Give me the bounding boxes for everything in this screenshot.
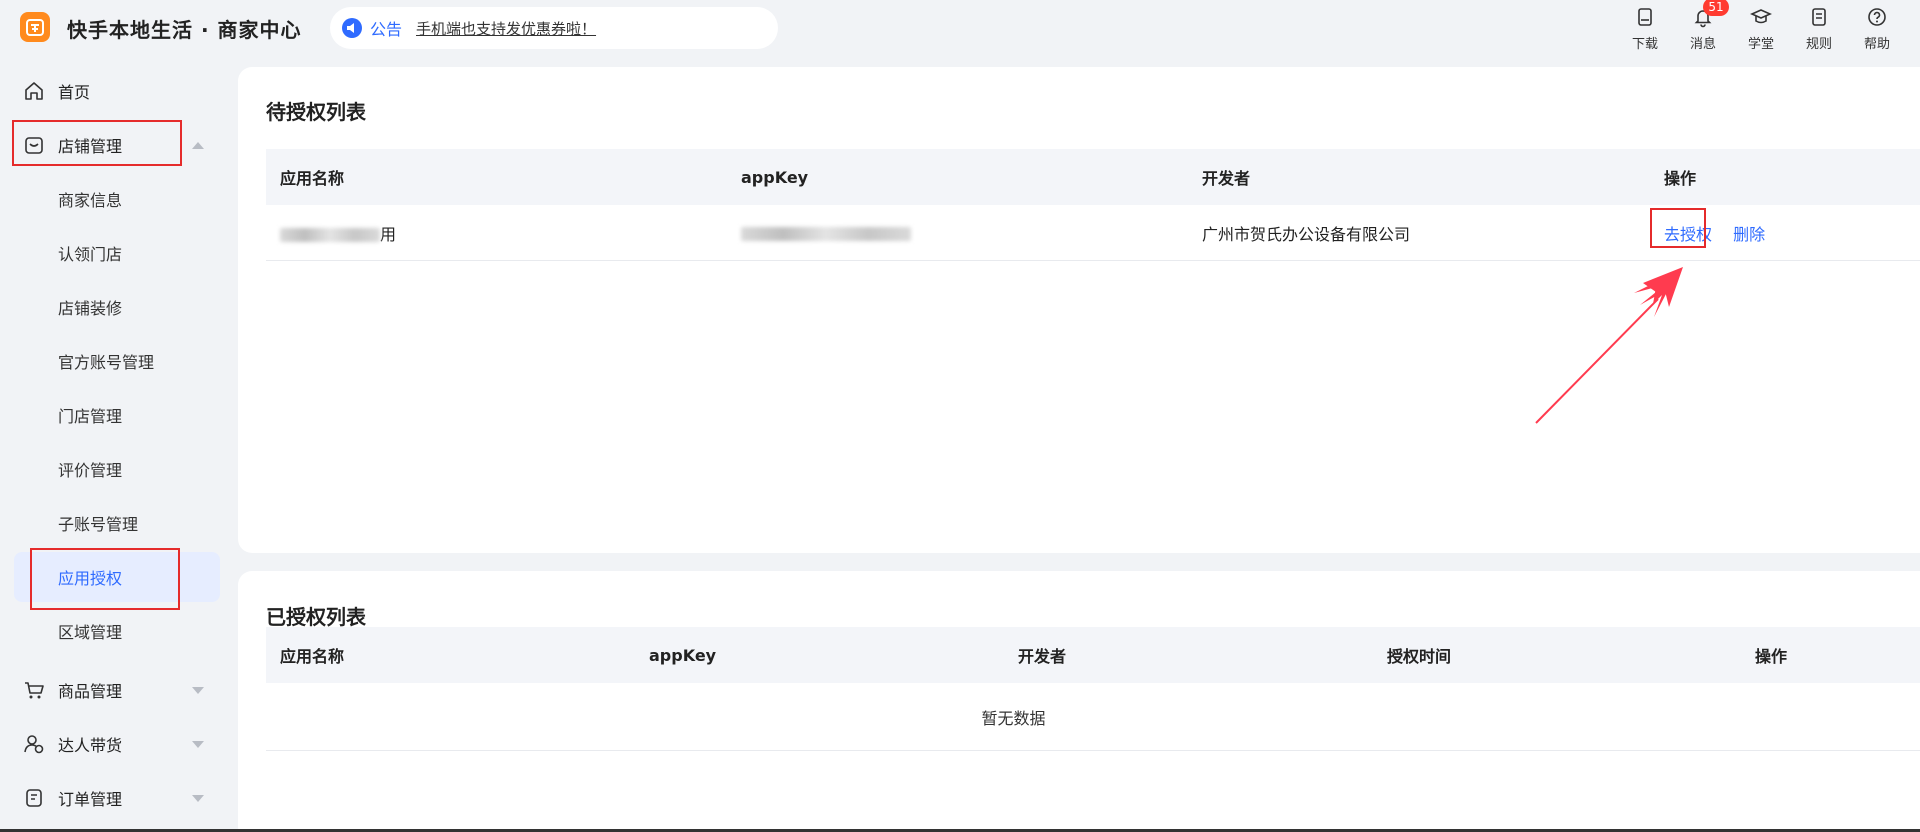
sidebar: 首页 店铺管理 商家信息 认领门店 店铺装修 官方账号管理 门店管理 评价管理 … — [0, 60, 232, 832]
pointer-arrow — [1535, 267, 1683, 424]
column-header: 开发者 — [1018, 647, 1067, 666]
sidebar-item-sub-accounts[interactable]: 子账号管理 — [14, 498, 220, 548]
app-logo-icon[interactable] — [20, 12, 50, 42]
sidebar-item-label: 订单管理 — [58, 790, 123, 809]
column-header: 应用名称 — [280, 647, 345, 666]
column-header: 操作 — [1755, 647, 1788, 666]
home-icon — [22, 79, 46, 103]
announcement-label: 公告 — [370, 20, 403, 39]
sidebar-item-home[interactable]: 首页 — [14, 67, 220, 115]
sidebar-item-influencer-sales[interactable]: 达人带货 — [14, 720, 220, 768]
messages-button[interactable]: 51 消息 — [1674, 0, 1732, 52]
sidebar-item-label: 店铺管理 — [58, 137, 123, 156]
order-document-icon — [22, 786, 46, 810]
app-name-cell: 用 — [266, 221, 727, 245]
announcement-link[interactable]: 手机端也支持发优惠券啦！ — [416, 18, 596, 39]
redacted-text — [280, 228, 380, 242]
help-button[interactable]: 帮助 — [1848, 4, 1906, 52]
table-header: 应用名称 appKey 开发者 操作 — [266, 149, 1920, 205]
speaker-icon — [342, 18, 362, 38]
sidebar-item-region-management[interactable]: 区域管理 — [14, 606, 220, 656]
sidebar-item-store-management-sub[interactable]: 门店管理 — [14, 390, 220, 440]
document-icon — [1812, 8, 1826, 26]
announcement-bar[interactable]: 公告 手机端也支持发优惠券啦！ — [330, 7, 778, 49]
empty-state-text: 暂无数据 — [981, 708, 1046, 728]
column-header: 操作 — [1664, 169, 1697, 188]
top-bar: 快手本地生活 · 商家中心 公告 手机端也支持发优惠券啦！ 下载 51 消息 学… — [0, 0, 1920, 60]
redacted-text — [741, 226, 911, 241]
empty-state: 暂无数据 — [266, 683, 1920, 751]
sidebar-item-label: 达人带货 — [58, 736, 123, 755]
sidebar-item-label: 商品管理 — [58, 682, 123, 701]
store-icon — [22, 133, 46, 157]
pending-list-title: 待授权列表 — [266, 100, 366, 124]
user-icon — [22, 732, 46, 756]
table-header: 应用名称 appKey 开发者 授权时间 操作 — [266, 627, 1920, 683]
pending-authorization-card: 待授权列表 应用名称 appKey 开发者 操作 用 广州市贺氏办公设备有限公司… — [238, 67, 1920, 553]
download-icon — [1638, 8, 1652, 26]
chevron-down-icon — [192, 686, 204, 694]
shopping-cart-icon — [22, 678, 46, 702]
chevron-down-icon — [192, 794, 204, 802]
messages-label: 消息 — [1689, 37, 1716, 52]
header-actions: 下载 51 消息 学堂 规则 帮助 — [1616, 0, 1906, 52]
chevron-up-icon — [192, 141, 204, 149]
rules-label: 规则 — [1805, 37, 1832, 52]
column-header: appKey — [741, 167, 809, 187]
sidebar-item-official-accounts[interactable]: 官方账号管理 — [14, 336, 220, 386]
authorized-table: 应用名称 appKey 开发者 授权时间 操作 暂无数据 — [266, 627, 1920, 751]
rules-button[interactable]: 规则 — [1790, 4, 1848, 52]
column-header: appKey — [649, 645, 717, 665]
appkey-cell — [727, 223, 1188, 242]
sidebar-item-goods-management[interactable]: 商品管理 — [14, 666, 220, 714]
download-button[interactable]: 下载 — [1616, 4, 1674, 52]
academy-button[interactable]: 学堂 — [1732, 4, 1790, 52]
sidebar-item-app-authorization[interactable]: 应用授权 — [14, 552, 220, 602]
help-label: 帮助 — [1863, 37, 1890, 52]
help-icon — [1868, 8, 1886, 26]
academy-label: 学堂 — [1747, 37, 1774, 52]
column-header: 开发者 — [1202, 169, 1251, 188]
sidebar-item-label: 首页 — [58, 83, 91, 102]
sidebar-item-store-decoration[interactable]: 店铺装修 — [14, 282, 220, 332]
sidebar-item-merchant-info[interactable]: 商家信息 — [14, 174, 220, 224]
download-label: 下载 — [1631, 37, 1658, 52]
graduation-cap-icon — [1750, 9, 1772, 24]
message-count-badge: 51 — [1703, 0, 1729, 16]
app-name-tail: 用 — [380, 224, 397, 244]
chevron-down-icon — [192, 740, 204, 748]
sidebar-item-store-management[interactable]: 店铺管理 — [14, 121, 220, 169]
authorized-card: 已授权列表 应用名称 appKey 开发者 授权时间 操作 暂无数据 — [238, 571, 1920, 832]
app-title: 快手本地生活 · 商家中心 — [67, 18, 302, 42]
column-header: 授权时间 — [1387, 647, 1452, 666]
sidebar-item-reviews[interactable]: 评价管理 — [14, 444, 220, 494]
delete-link[interactable]: 删除 — [1733, 225, 1765, 244]
sidebar-item-claim-store[interactable]: 认领门店 — [14, 228, 220, 278]
authorized-list-title: 已授权列表 — [266, 605, 366, 629]
column-header: 应用名称 — [280, 169, 345, 188]
sidebar-item-order-management[interactable]: 订单管理 — [14, 774, 220, 822]
